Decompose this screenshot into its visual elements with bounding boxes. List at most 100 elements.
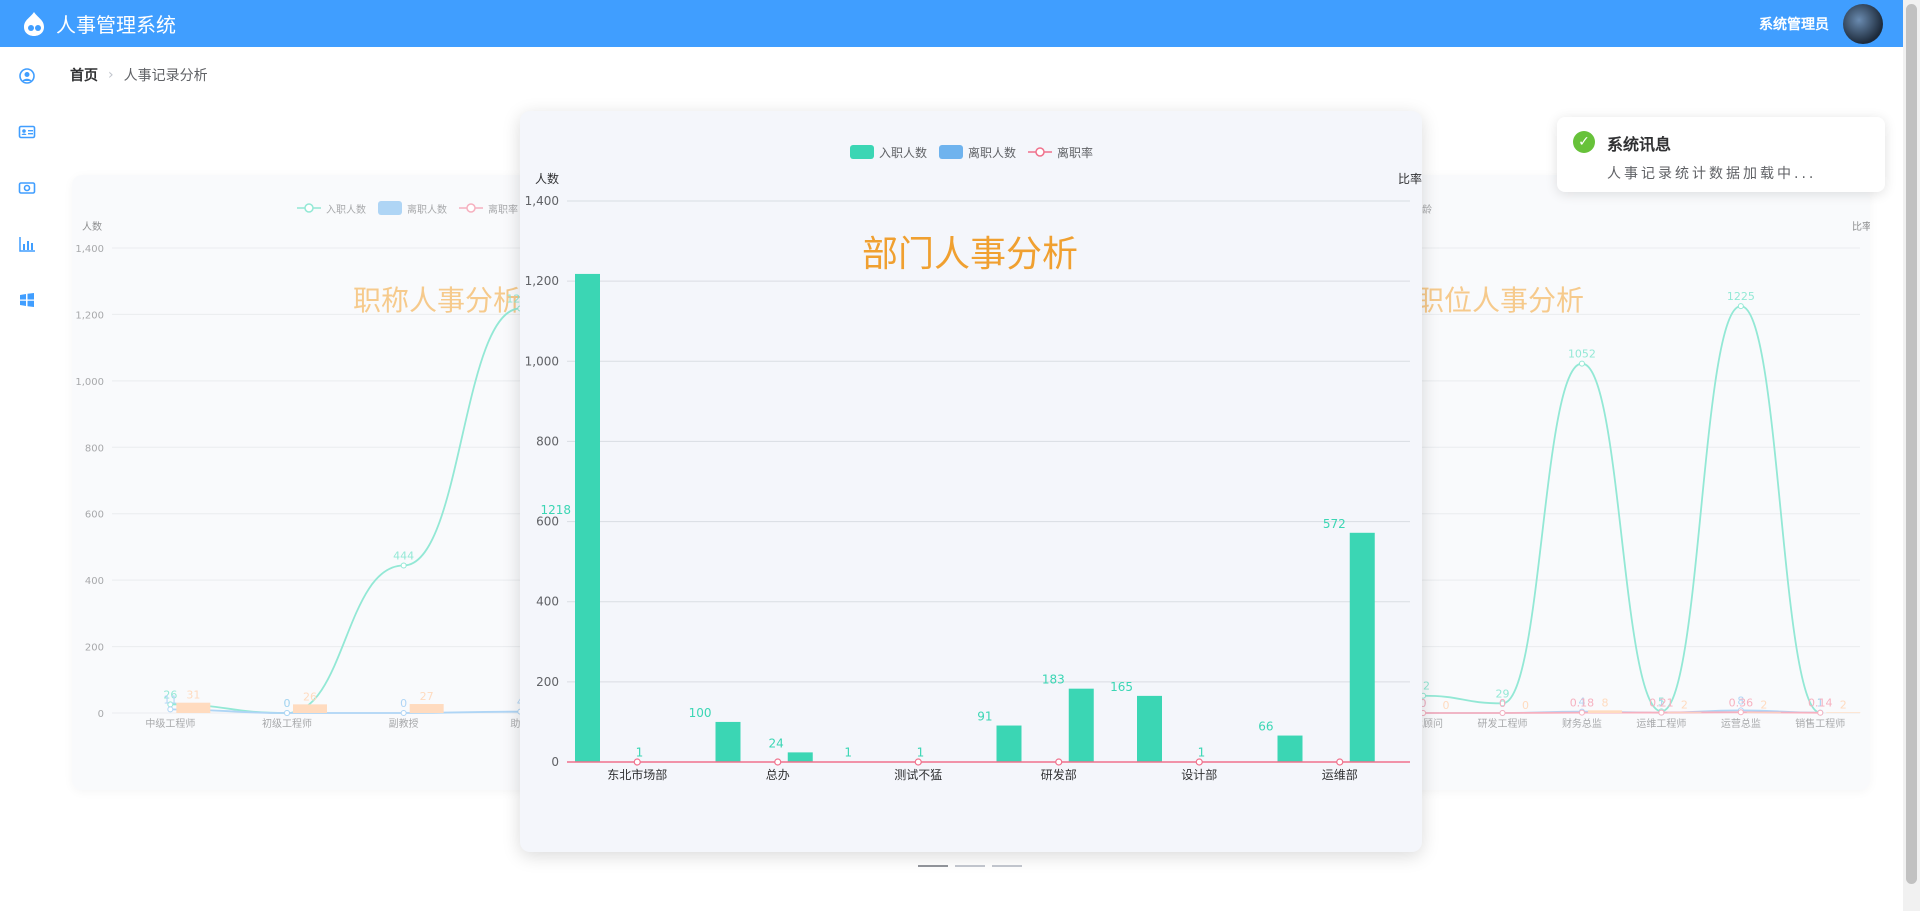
series-marker <box>1817 709 1824 716</box>
chart-title: 职位人事分析 <box>1416 284 1584 317</box>
x-tick-label: 测试不猛 <box>894 767 942 782</box>
carousel-indicator-1[interactable] <box>918 865 948 867</box>
windows-icon[interactable] <box>18 291 36 309</box>
drupal-logo-icon <box>24 11 44 36</box>
scrollbar-thumb[interactable] <box>1906 4 1917 884</box>
bar-hire <box>1277 735 1303 762</box>
rate-marker <box>633 758 641 766</box>
legend-swatch <box>939 145 963 159</box>
data-label-tenure: 26 <box>303 690 317 703</box>
series-marker <box>284 710 290 716</box>
user-icon[interactable] <box>18 67 36 85</box>
user-menu[interactable]: 系统管理员 <box>1759 3 1883 44</box>
data-label-hire: 1218 <box>540 503 571 517</box>
x-tick-label: 东北市场部 <box>607 767 667 782</box>
data-label: 0 <box>400 697 407 710</box>
y-axis-right-label: 比率 <box>1398 171 1422 186</box>
bar-leave <box>787 752 813 762</box>
id-card-icon[interactable] <box>18 123 36 141</box>
y-tick-label: 400 <box>536 595 559 609</box>
legend-swatch <box>850 145 874 159</box>
department-chart: 02004006008001,0001,2001,400人数 比率入职人数 离职人数… <box>525 145 1422 782</box>
series-marker <box>167 706 174 713</box>
y-tick-label: 1,400 <box>525 194 559 208</box>
data-label-tenure: 0 <box>1522 699 1529 712</box>
y-tick-label: 200 <box>85 643 104 654</box>
bar-hire <box>996 725 1022 762</box>
x-tick-label: 财务总监 <box>1562 717 1602 730</box>
series-marker <box>1578 360 1585 367</box>
legend-swatch <box>378 201 402 215</box>
series-marker <box>400 562 407 569</box>
data-label-leave: 572 <box>1323 517 1346 531</box>
legend-swatch-marker <box>1035 147 1045 157</box>
bar-tenure <box>1746 712 1781 713</box>
x-tick-label: 研发部 <box>1041 767 1077 782</box>
carousel-indicator-2[interactable] <box>955 865 985 867</box>
x-tick-label: 运营总监 <box>1721 717 1761 730</box>
data-label-tenure: 2 <box>1681 698 1688 711</box>
y-tick-label: 1,200 <box>525 274 559 288</box>
data-label: 0.36 <box>1729 696 1754 709</box>
y-axis-label: 人数 <box>82 220 102 233</box>
data-label-leave: 1 <box>636 746 644 760</box>
bar-tenure <box>409 704 444 713</box>
legend-swatch-marker <box>466 203 476 213</box>
user-name[interactable]: 系统管理员 <box>1759 14 1829 34</box>
y-tick-label: 1,400 <box>75 244 104 255</box>
breadcrumb-separator-icon: › <box>108 67 114 83</box>
rate-marker <box>1336 758 1344 766</box>
y-axis-label: 人数 <box>535 171 559 186</box>
data-label-hire: 66 <box>1258 720 1273 734</box>
data-label-leave: 183 <box>1042 673 1065 687</box>
data-label-leave: 24 <box>768 736 783 750</box>
x-tick-label: 研发工程师 <box>1478 717 1528 730</box>
data-label: 0.18 <box>1570 697 1595 710</box>
series-marker <box>1499 710 1506 716</box>
success-check-icon: ✓ <box>1573 131 1595 153</box>
x-tick-label: 副教授 <box>389 717 419 730</box>
rate-marker <box>914 758 922 766</box>
data-label-tenure: 2 <box>1840 698 1847 711</box>
bar-chart-icon[interactable] <box>18 235 36 253</box>
x-tick-label: 设计部 <box>1181 767 1217 782</box>
data-label-tenure: 2 <box>1760 698 1767 711</box>
y-tick-label: 0 <box>98 709 104 720</box>
avatar[interactable] <box>1843 3 1883 44</box>
y-tick-label: 1,000 <box>525 354 559 368</box>
bar-tenure <box>176 702 211 713</box>
y-axis-right-label: 比率 <box>1852 220 1870 233</box>
data-label: 0 <box>1499 697 1506 710</box>
breadcrumb-home[interactable]: 首页 <box>70 65 98 85</box>
legend-label: 离职率 <box>1057 145 1093 160</box>
bar-hire <box>575 273 600 762</box>
data-label: 0 <box>284 697 291 710</box>
carousel-indicator-3[interactable] <box>992 865 1022 867</box>
y-tick-label: 600 <box>85 510 104 521</box>
brand[interactable]: 人事管理系统 <box>20 9 176 38</box>
data-label-hire: 1 <box>844 746 852 760</box>
data-label-leave: 1 <box>917 746 925 760</box>
rate-marker <box>1055 758 1063 766</box>
data-label-leave: 1 <box>1198 746 1206 760</box>
scrollbar[interactable] <box>1903 0 1920 911</box>
data-label: 444 <box>393 550 414 563</box>
series-marker <box>1658 709 1665 716</box>
y-tick-label: 400 <box>85 576 104 587</box>
legend-swatch-marker <box>304 203 314 213</box>
bar-leave <box>1349 532 1375 762</box>
bar-tenure <box>1826 712 1861 713</box>
money-icon[interactable] <box>18 179 36 197</box>
data-label: 0.21 <box>1649 697 1674 710</box>
chart-title: 部门人事分析 <box>862 234 1078 275</box>
legend-label: 入职人数 <box>326 203 366 216</box>
data-label: 1052 <box>1568 348 1596 361</box>
bar-tenure <box>1667 712 1702 713</box>
x-tick-label: 运维工程师 <box>1636 717 1686 730</box>
department-chart-card[interactable]: 0 200 400 600 800 1,000 1,200 1,400 人数 比率 入职人数 离职人数… <box>520 111 1422 852</box>
data-label: 1225 <box>1727 290 1755 303</box>
series-marker <box>1737 709 1744 716</box>
data-label-tenure: 27 <box>420 690 434 703</box>
rate-marker <box>1195 758 1203 766</box>
legend-label: 离职人数 <box>407 203 447 216</box>
